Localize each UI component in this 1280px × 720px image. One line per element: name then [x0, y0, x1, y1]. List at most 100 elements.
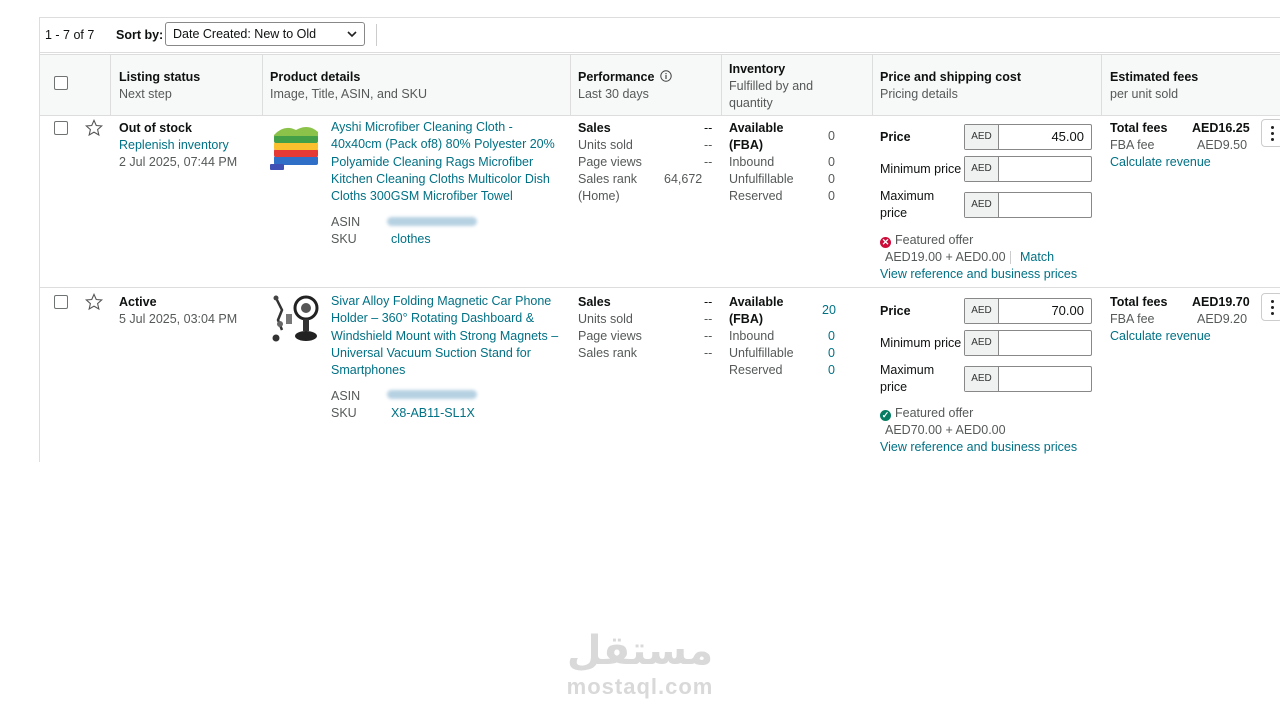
featured-offer: ✕ Featured offer	[880, 232, 973, 249]
units-sold-label: Units sold	[578, 312, 633, 326]
reference-prices-link[interactable]: View reference and business prices	[880, 266, 1077, 283]
max-price-label: Maximum	[880, 189, 935, 203]
min-price-input[interactable]: AED	[964, 156, 1092, 182]
price-label: Price	[880, 304, 911, 318]
header-listing-status[interactable]: Listing status Next step	[119, 69, 200, 103]
asin-label: ASIN	[331, 215, 361, 229]
header-subtitle: quantity	[729, 96, 773, 110]
watermark-latin: mostaql.com	[566, 674, 714, 699]
redacted-asin	[387, 217, 477, 226]
table-header: Listing status Next step Product details…	[40, 54, 1280, 116]
price-input[interactable]: AED 70.00	[964, 298, 1092, 324]
price-label: Price	[880, 130, 911, 144]
product-image[interactable]	[270, 294, 322, 344]
total-fees-value: AED19.70	[1192, 295, 1250, 309]
max-price-input[interactable]: AED	[964, 366, 1092, 392]
column-divider	[1101, 55, 1102, 115]
sales-value: --	[704, 295, 713, 309]
min-price-label: Minimum price	[880, 162, 962, 176]
header-subtitle: Fulfilled by and	[729, 79, 814, 93]
header-title: Listing status	[119, 70, 201, 84]
available-label: Available	[729, 121, 784, 135]
table-row: Active 5 Jul 2025, 03:04 PM Sivar Alloy …	[40, 290, 1280, 462]
header-subtitle: Pricing details	[880, 87, 958, 101]
sales-rank-category: (Home)	[578, 189, 620, 203]
currency-label: AED	[965, 125, 999, 149]
listing-status: Out of stock	[119, 121, 192, 135]
column-divider	[872, 55, 873, 115]
sku-label: SKU	[331, 406, 357, 420]
sales-value: --	[704, 121, 713, 135]
result-count: 1 - 7 of 7	[45, 28, 95, 42]
inventory-table: 1 - 7 of 7 Sort by: Date Created: New to…	[39, 17, 1280, 462]
created-date: 2 Jul 2025, 07:44 PM	[119, 155, 238, 169]
row-checkbox[interactable]	[54, 295, 68, 309]
featured-offer-price: AED70.00 + AED0.00	[885, 423, 1006, 437]
units-sold-value: --	[704, 312, 713, 326]
fba-label: (FBA)	[729, 138, 764, 152]
featured-offer-label: Featured offer	[895, 233, 974, 247]
total-fees-label: Total fees	[1110, 295, 1168, 309]
created-date: 5 Jul 2025, 03:04 PM	[119, 312, 238, 326]
unfulfillable-label: Unfulfillable	[729, 172, 794, 186]
calculate-revenue-link[interactable]: Calculate revenue	[1110, 328, 1211, 345]
units-sold-value: --	[704, 138, 713, 152]
sku-value[interactable]: clothes	[391, 231, 431, 248]
sku-label: SKU	[331, 232, 357, 246]
currency-label: AED	[965, 299, 999, 323]
info-icon[interactable]	[660, 70, 672, 82]
unfulfillable-value[interactable]: 0	[828, 345, 835, 362]
column-divider	[721, 55, 722, 115]
available-label: Available	[729, 295, 784, 309]
fba-fee-label: FBA fee	[1110, 312, 1155, 326]
inbound-label: Inbound	[729, 329, 775, 343]
header-inventory[interactable]: Inventory Fulfilled by and quantity	[729, 61, 813, 112]
product-title-link[interactable]: Sivar Alloy Folding Magnetic Car Phone H…	[331, 293, 563, 379]
sales-rank-label: Sales rank	[578, 172, 638, 186]
header-product-details[interactable]: Product details Image, Title, ASIN, and …	[270, 69, 427, 103]
next-step-link[interactable]: Replenish inventory	[119, 137, 229, 154]
reserved-label: Reserved	[729, 189, 783, 203]
sku-value[interactable]: X8-AB11-SL1X	[391, 405, 475, 422]
unfulfillable-value: 0	[828, 172, 835, 186]
featured-offer: ✓ Featured offer	[880, 405, 973, 422]
header-price[interactable]: Price and shipping cost Pricing details	[880, 69, 1021, 103]
header-performance[interactable]: Performance Last 30 days	[578, 69, 672, 103]
sort-dropdown[interactable]: Date Created: New to Old	[165, 22, 365, 46]
more-actions-icon[interactable]	[1261, 293, 1280, 321]
header-title: Product details	[270, 70, 361, 84]
header-title: Performance	[578, 70, 655, 84]
column-divider	[262, 55, 263, 115]
more-actions-icon[interactable]	[1261, 119, 1280, 147]
header-title: Price and shipping cost	[880, 70, 1021, 84]
inbound-value[interactable]: 0	[828, 328, 835, 345]
star-icon[interactable]	[85, 119, 103, 137]
header-fees[interactable]: Estimated fees per unit sold	[1110, 69, 1198, 103]
currency-label: AED	[965, 331, 999, 355]
max-price-label: Maximum	[880, 363, 935, 377]
listing-status: Active	[119, 295, 157, 309]
calculate-revenue-link[interactable]: Calculate revenue	[1110, 154, 1211, 171]
star-icon[interactable]	[85, 293, 103, 311]
total-fees-label: Total fees	[1110, 121, 1168, 135]
min-price-input[interactable]: AED	[964, 330, 1092, 356]
select-all-checkbox[interactable]	[54, 76, 68, 90]
product-image[interactable]	[270, 122, 322, 172]
max-price-input[interactable]: AED	[964, 192, 1092, 218]
chevron-down-icon	[347, 31, 357, 38]
min-price-label: Minimum price	[880, 336, 962, 350]
reference-prices-link[interactable]: View reference and business prices	[880, 439, 1077, 456]
inbound-value: 0	[828, 155, 835, 169]
header-subtitle: Next step	[119, 87, 172, 101]
available-value: 0	[828, 129, 835, 143]
reserved-value[interactable]: 0	[828, 362, 835, 379]
product-title-link[interactable]: Ayshi Microfiber Cleaning Cloth - 40x40c…	[331, 119, 563, 205]
page-views-label: Page views	[578, 329, 642, 343]
price-input[interactable]: AED 45.00	[964, 124, 1092, 150]
total-fees-value: AED16.25	[1192, 121, 1250, 135]
row-checkbox[interactable]	[54, 121, 68, 135]
sort-dropdown-value: Date Created: New to Old	[173, 27, 317, 41]
match-link[interactable]: Match	[1020, 249, 1054, 266]
available-value[interactable]: 20	[822, 302, 836, 319]
toolbar-divider	[376, 24, 377, 46]
